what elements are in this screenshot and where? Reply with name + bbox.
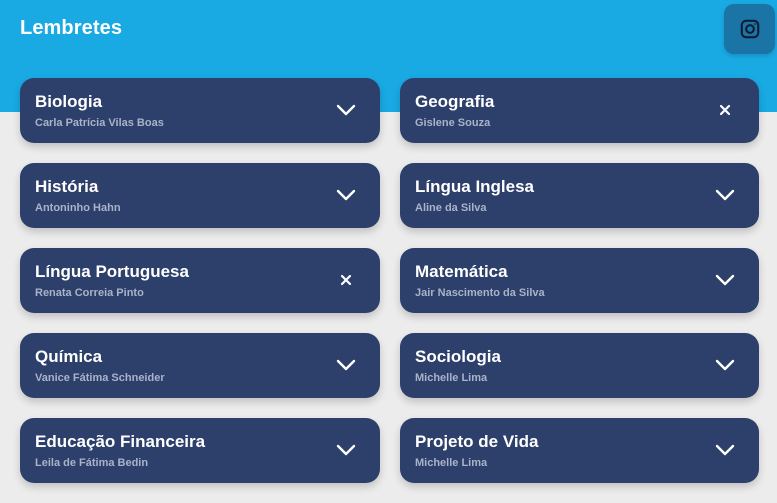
teacher-name: Leila de Fátima Bedin xyxy=(35,457,149,469)
teacher-name: Vanice Fátima Schneider xyxy=(35,372,165,384)
subject-title: Projeto de Vida xyxy=(415,432,539,451)
subject-title: Educação Financeira xyxy=(35,432,206,451)
teacher-name: Aline da Silva xyxy=(415,202,487,214)
subject-title: História xyxy=(35,177,99,196)
collapse-toggle[interactable] xyxy=(334,268,358,292)
chevron-down-icon xyxy=(715,189,735,201)
teacher-name: Renata Correia Pinto xyxy=(35,287,144,299)
close-icon xyxy=(340,274,352,286)
reminder-card[interactable]: Projeto de Vida Michelle Lima xyxy=(400,418,759,483)
teacher-name: Michelle Lima xyxy=(415,457,488,469)
reminder-card[interactable]: Educação Financeira Leila de Fátima Bedi… xyxy=(20,418,380,483)
teacher-name: Michelle Lima xyxy=(415,372,488,384)
subject-title: Matemática xyxy=(415,262,508,281)
subject-title: Biologia xyxy=(35,92,103,111)
expand-toggle[interactable] xyxy=(334,438,358,462)
reminder-card[interactable]: Química Vanice Fátima Schneider xyxy=(20,333,380,398)
expand-toggle[interactable] xyxy=(334,98,358,122)
teacher-name: Gislene Souza xyxy=(415,117,491,129)
expand-toggle[interactable] xyxy=(334,183,358,207)
reminder-card[interactable]: Língua Inglesa Aline da Silva xyxy=(400,163,759,228)
page-title: Lembretes xyxy=(20,17,123,39)
chevron-down-icon xyxy=(336,104,356,116)
teacher-name: Jair Nascimento da Silva xyxy=(415,287,545,299)
reminders-grid: Biologia Carla Patrícia Vilas Boas Geogr… xyxy=(20,78,759,483)
expand-toggle[interactable] xyxy=(713,438,737,462)
expand-toggle[interactable] xyxy=(713,268,737,292)
reminder-card[interactable]: Matemática Jair Nascimento da Silva xyxy=(400,248,759,313)
subject-title: Língua Portuguesa xyxy=(35,262,189,281)
reminder-card[interactable]: Geografia Gislene Souza xyxy=(400,78,759,143)
subject-title: Sociologia xyxy=(415,347,501,366)
chevron-down-icon xyxy=(715,274,735,286)
chevron-down-icon xyxy=(336,359,356,371)
reminder-card[interactable]: Biologia Carla Patrícia Vilas Boas xyxy=(20,78,380,143)
subject-title: Língua Inglesa xyxy=(415,177,535,196)
expand-toggle[interactable] xyxy=(713,353,737,377)
chevron-down-icon xyxy=(715,444,735,456)
collapse-toggle[interactable] xyxy=(713,98,737,122)
subject-title: Química xyxy=(35,347,103,366)
close-icon xyxy=(719,104,731,116)
reminder-card[interactable]: Sociologia Michelle Lima xyxy=(400,333,759,398)
teacher-name: Antoninho Hahn xyxy=(35,202,121,214)
teacher-name: Carla Patrícia Vilas Boas xyxy=(35,117,164,129)
chevron-down-icon xyxy=(336,189,356,201)
expand-toggle[interactable] xyxy=(334,353,358,377)
instagram-button[interactable] xyxy=(724,4,775,54)
reminder-card[interactable]: História Antoninho Hahn xyxy=(20,163,380,228)
instagram-icon xyxy=(740,19,759,39)
chevron-down-icon xyxy=(336,444,356,456)
chevron-down-icon xyxy=(715,359,735,371)
expand-toggle[interactable] xyxy=(713,183,737,207)
reminder-card[interactable]: Língua Portuguesa Renata Correia Pinto xyxy=(20,248,380,313)
subject-title: Geografia xyxy=(415,92,495,111)
